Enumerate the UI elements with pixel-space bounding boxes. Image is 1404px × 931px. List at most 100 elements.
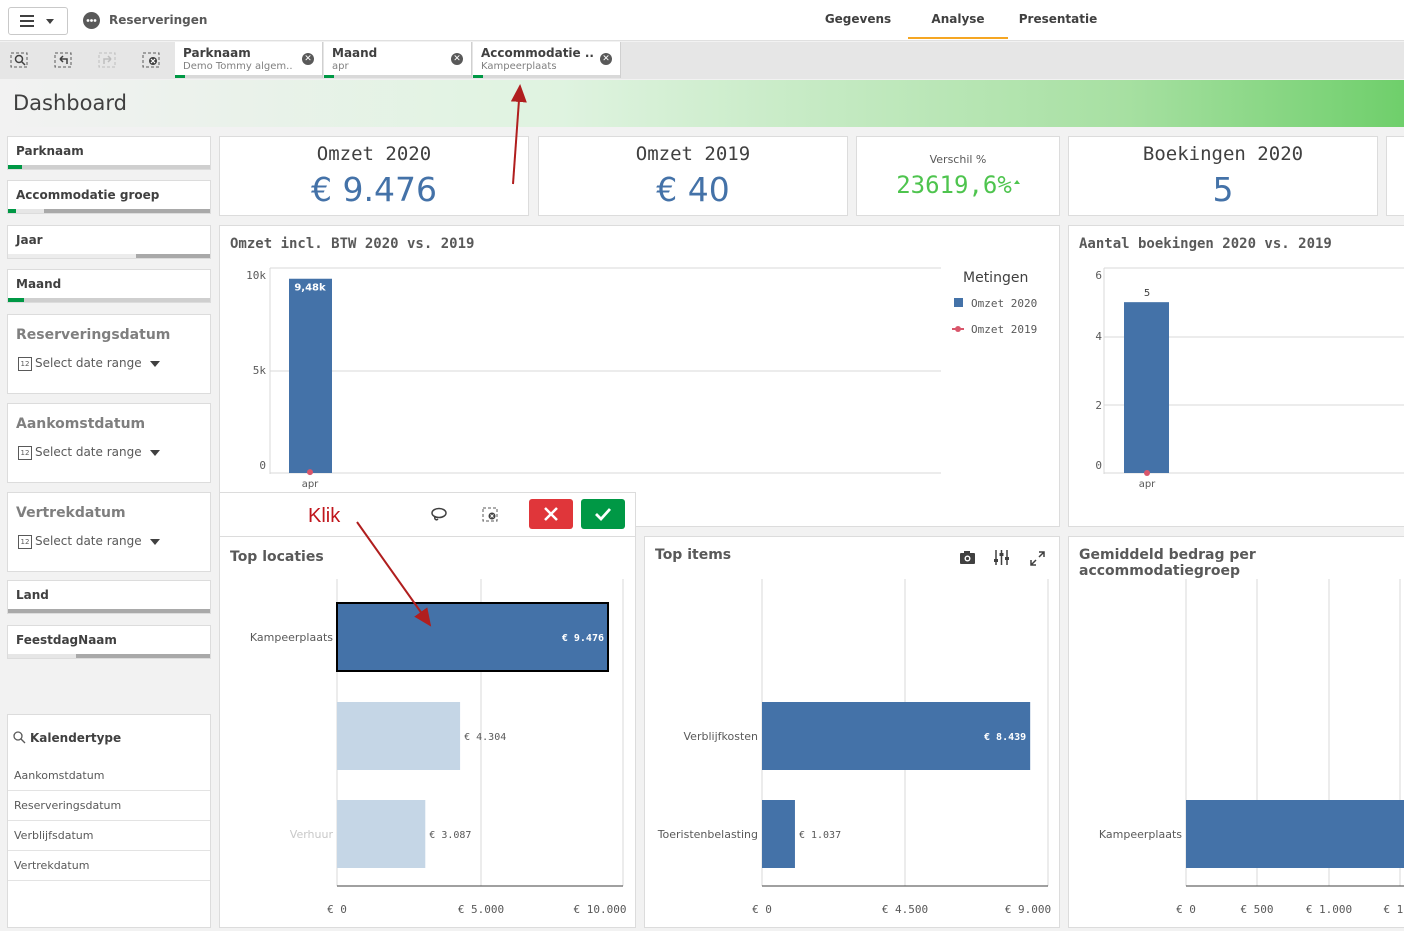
- close-icon[interactable]: ✕: [600, 53, 612, 65]
- category-label[interactable]: Kampeerplaats: [250, 631, 333, 644]
- category-label[interactable]: Verhuur: [290, 828, 334, 841]
- data-label: € 9.476: [562, 633, 604, 644]
- calendar-icon: 12: [18, 534, 32, 549]
- kalendertype-listbox: Kalendertype Aankomstdatum Reserveringsd…: [7, 714, 211, 928]
- chart-gemiddeld-panel[interactable]: Gemiddeld bedrag per accommodatiegroep K…: [1068, 536, 1404, 928]
- y-tick-10k: 10k: [246, 269, 266, 282]
- kpi-value: 5: [1212, 170, 1234, 209]
- legend-swatch-2019: [955, 326, 961, 332]
- bar-item-1[interactable]: [337, 702, 461, 770]
- filter-state-bar: [8, 298, 210, 302]
- y-tick-5k: 5k: [253, 364, 267, 377]
- date-range-placeholder: Select date range: [35, 445, 142, 459]
- legend-label-2020[interactable]: Omzet 2020: [971, 297, 1037, 310]
- bar-verhuur[interactable]: [337, 800, 426, 868]
- chart-omzet-svg: 10k 5k 0 9,48k apr Metingen Omzet 2020 O…: [246, 267, 1037, 490]
- page-title: Dashboard: [13, 91, 127, 115]
- global-menu-button[interactable]: [8, 7, 68, 35]
- y-tick-2: 2: [1095, 399, 1102, 412]
- date-range-select[interactable]: 12 Select date range: [18, 445, 160, 460]
- filter-vertrekdatum[interactable]: Vertrekdatum 12 Select date range: [7, 492, 211, 572]
- trend-up-icon: [1014, 180, 1020, 184]
- close-icon[interactable]: ✕: [451, 53, 463, 65]
- date-range-placeholder: Select date range: [35, 356, 142, 370]
- y-tick-0: 0: [1095, 459, 1102, 472]
- data-label: € 4.304: [464, 732, 506, 743]
- list-item[interactable]: Reserveringsdatum: [8, 791, 210, 821]
- kpi-verschil[interactable]: Verschil % 23619,6%: [856, 136, 1060, 216]
- chip-field: Maand: [332, 46, 378, 60]
- filter-maand[interactable]: Maand: [7, 269, 211, 303]
- x-tick-1000: € 1.000: [1306, 903, 1352, 916]
- date-range-select[interactable]: 12 Select date range: [18, 356, 160, 371]
- category-label[interactable]: Verblijfkosten: [684, 730, 759, 743]
- chip-field: Accommodatie ...: [481, 46, 593, 60]
- filter-jaar[interactable]: Jaar: [7, 225, 211, 259]
- selection-chip-accommodatie[interactable]: Accommodatie ... Kampeerplaats ✕: [473, 42, 621, 78]
- kpi-label: Omzet 2019: [635, 143, 751, 165]
- filter-reserveringsdatum[interactable]: Reserveringsdatum 12 Select date range: [7, 314, 211, 394]
- filter-land[interactable]: Land: [7, 580, 211, 614]
- category-label[interactable]: Kampeerplaats: [1099, 828, 1182, 841]
- chevron-down-icon: [149, 360, 160, 367]
- chevron-down-icon: [149, 538, 160, 545]
- filter-label: Vertrekdatum: [16, 505, 126, 521]
- bar-boekingen-2020-apr[interactable]: [1124, 302, 1169, 473]
- kpi-omzet-2019[interactable]: Omzet 2019 € 40: [538, 136, 848, 216]
- selection-chip-parknaam[interactable]: Parknaam Demo Tommy algem... ✕: [175, 42, 323, 78]
- filter-state-bar: [8, 609, 210, 613]
- chart-top-locaties-svg: Kampeerplaats € 9.476 € 4.304 Verhuur € 3.08…: [250, 579, 626, 916]
- kpi-label: Boekingen 2020: [1142, 143, 1304, 165]
- tab-gegevens[interactable]: Gegevens: [820, 12, 896, 26]
- list-item[interactable]: Aankomstdatum: [8, 761, 210, 791]
- filter-aankomstdatum[interactable]: Aankomstdatum 12 Select date range: [7, 403, 211, 483]
- top-bar: [0, 0, 1404, 41]
- tab-analyse[interactable]: Analyse: [918, 12, 998, 26]
- chart-omzet-panel[interactable]: Omzet incl. BTW 2020 vs. 2019 10k 5k 0 9…: [219, 225, 1060, 527]
- app-name: Reserveringen: [109, 13, 208, 27]
- chevron-down-icon: [149, 449, 160, 456]
- close-icon[interactable]: ✕: [302, 53, 314, 65]
- x-tick-apr: apr: [1139, 479, 1156, 490]
- clear-all-icon[interactable]: [142, 50, 162, 70]
- chart-top-locaties-panel[interactable]: Top locaties Kampeerplaats € 9.476 € 4.304…: [219, 492, 636, 928]
- filter-feestdagnaam[interactable]: FeestdagNaam: [7, 625, 211, 659]
- chart-boekingen-panel[interactable]: Aantal boekingen 2020 vs. 2019 6 4 2 0 5…: [1068, 225, 1404, 527]
- tab-presentatie[interactable]: Presentatie: [1014, 12, 1102, 26]
- filter-label: Accommodatie groep: [16, 188, 160, 202]
- selection-chip-maand[interactable]: Maand apr ✕: [324, 42, 472, 78]
- point-omzet-2019-apr[interactable]: [307, 469, 313, 476]
- chart-top-items-panel[interactable]: Top items Verblijfkosten € 8.439 Toeristen…: [644, 536, 1060, 928]
- filter-accommodatie-groep[interactable]: Accommodatie groep: [7, 180, 211, 214]
- kpi-value: 23619,6%: [896, 171, 1012, 199]
- smart-search-icon[interactable]: [10, 50, 30, 70]
- legend-swatch-2020: [954, 298, 963, 307]
- step-back-icon[interactable]: [54, 50, 74, 70]
- x-tick-500: € 500: [1240, 903, 1273, 916]
- y-tick-6: 6: [1095, 269, 1102, 282]
- date-range-select[interactable]: 12 Select date range: [18, 534, 160, 549]
- kpi-label: Omzet 2020: [316, 143, 432, 165]
- data-label: 5: [1144, 288, 1150, 299]
- filter-parknaam[interactable]: Parknaam: [7, 136, 211, 170]
- list-item[interactable]: Verblijfsdatum: [8, 821, 210, 851]
- chip-state-bar: [175, 75, 322, 78]
- calendar-icon: 12: [18, 356, 32, 371]
- bar-kampeerplaats[interactable]: [1186, 800, 1404, 868]
- step-forward-icon[interactable]: [98, 50, 118, 70]
- kpi-panel-partial: [1386, 136, 1404, 216]
- filter-state-bar: [8, 209, 210, 213]
- kpi-boekingen-2020[interactable]: Boekingen 2020 5: [1068, 136, 1378, 216]
- kpi-omzet-2020[interactable]: Omzet 2020 € 9.476: [219, 136, 529, 216]
- bar-toeristenbelasting[interactable]: [762, 800, 795, 868]
- search-icon[interactable]: [13, 731, 26, 744]
- x-tick-1500: € 1.5: [1383, 903, 1404, 916]
- legend-label-2019[interactable]: Omzet 2019: [971, 323, 1037, 336]
- kpi-value: € 9.476: [311, 170, 437, 209]
- date-range-placeholder: Select date range: [35, 534, 142, 548]
- bar-omzet-2020-apr[interactable]: [289, 278, 332, 473]
- category-label[interactable]: Toeristenbelasting: [657, 828, 758, 841]
- list-item[interactable]: Vertrekdatum: [8, 851, 210, 881]
- hamburger-icon: [20, 15, 54, 27]
- point-boekingen-2019-apr[interactable]: [1144, 470, 1150, 476]
